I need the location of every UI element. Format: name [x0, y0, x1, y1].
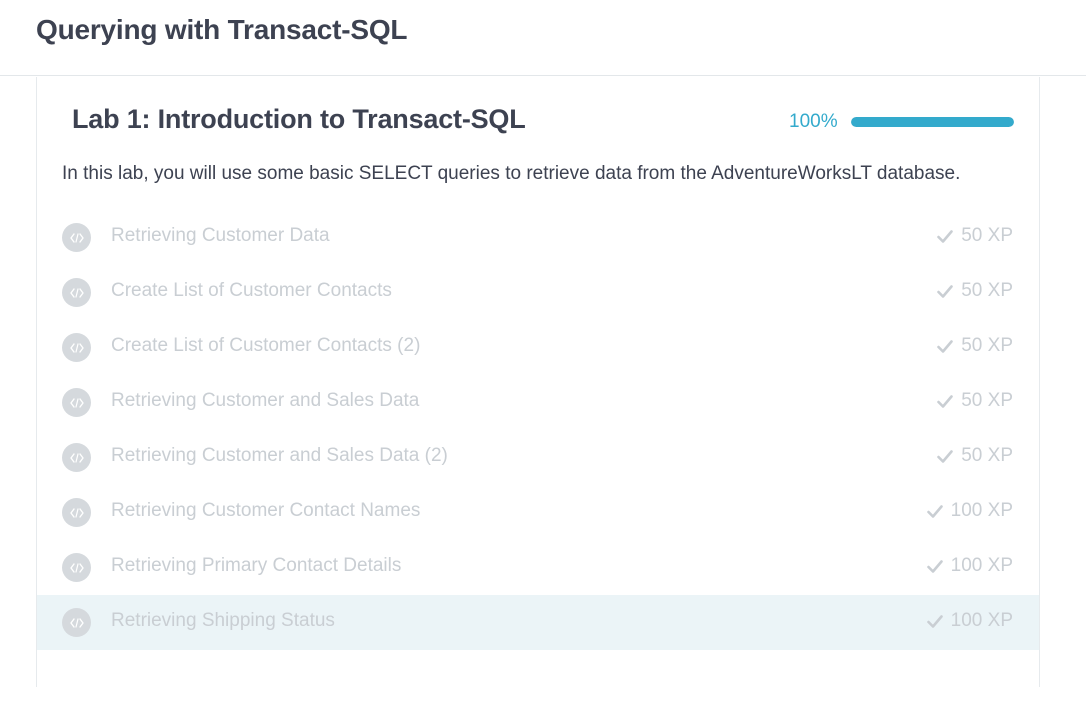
exercise-title: Retrieving Customer and Sales Data (2) [111, 445, 448, 466]
progress-percent: 100% [789, 111, 838, 132]
code-icon [62, 278, 91, 307]
progress-bar-fill [851, 117, 1014, 127]
exercise-item[interactable]: Retrieving Customer Contact Names 100 XP [37, 485, 1039, 540]
check-icon [926, 504, 943, 518]
code-icon [62, 608, 91, 637]
exercise-xp-status: 50 XP [937, 390, 1013, 412]
progress-bar [851, 117, 1014, 127]
exercise-xp: 50 XP [961, 335, 1013, 356]
check-icon [937, 284, 954, 298]
exercise-title: Retrieving Customer Data [111, 225, 330, 246]
exercise-xp-status: 50 XP [937, 225, 1013, 247]
code-icon [62, 443, 91, 472]
exercise-xp-status: 100 XP [926, 555, 1013, 577]
code-icon [62, 388, 91, 417]
exercise-xp-status: 50 XP [937, 335, 1013, 357]
check-icon [926, 614, 943, 628]
exercise-item[interactable]: Retrieving Shipping Status 100 XP [37, 595, 1039, 650]
exercise-title: Create List of Customer Contacts (2) [111, 335, 421, 356]
code-icon [62, 553, 91, 582]
check-icon [937, 229, 954, 243]
exercise-xp: 50 XP [961, 445, 1013, 466]
exercise-title: Retrieving Customer Contact Names [111, 500, 421, 521]
check-icon [937, 339, 954, 353]
exercise-title: Retrieving Shipping Status [111, 610, 335, 631]
course-title: Querying with Transact-SQL [36, 14, 408, 45]
exercise-xp-status: 100 XP [926, 610, 1013, 632]
page: Querying with Transact-SQL Lab 1: Introd… [0, 0, 1086, 719]
exercise-xp: 50 XP [961, 225, 1013, 246]
code-icon [62, 223, 91, 252]
chapter-description: In this lab, you will use some basic SEL… [62, 163, 961, 184]
code-icon [62, 498, 91, 527]
check-icon [937, 449, 954, 463]
exercise-title: Create List of Customer Contacts [111, 280, 392, 301]
exercise-item[interactable]: Create List of Customer Contacts (2) 50 X… [37, 320, 1039, 375]
exercise-title: Retrieving Primary Contact Details [111, 555, 402, 576]
exercise-xp: 100 XP [950, 610, 1013, 631]
exercise-item[interactable]: Retrieving Customer and Sales Data 50 XP [37, 375, 1039, 430]
chapter-title: Lab 1: Introduction to Transact-SQL [72, 104, 526, 134]
exercise-xp: 100 XP [950, 555, 1013, 576]
exercise-xp: 50 XP [961, 280, 1013, 301]
code-icon [62, 333, 91, 362]
exercise-item[interactable]: Retrieving Customer and Sales Data (2) 50… [37, 430, 1039, 485]
exercise-xp: 100 XP [950, 500, 1013, 521]
exercise-xp-status: 50 XP [937, 280, 1013, 302]
exercise-xp-status: 50 XP [937, 445, 1013, 467]
exercise-item[interactable]: Retrieving Primary Contact Details 100 XP [37, 540, 1039, 595]
exercise-title: Retrieving Customer and Sales Data [111, 390, 420, 411]
exercise-item[interactable]: Retrieving Customer Data 50 XP [37, 210, 1039, 265]
course-header: Querying with Transact-SQL [0, 0, 1086, 76]
chapter-card: Lab 1: Introduction to Transact-SQL 100%… [36, 77, 1040, 687]
check-icon [937, 394, 954, 408]
check-icon [926, 559, 943, 573]
exercise-xp-status: 100 XP [926, 500, 1013, 522]
exercise-list: Retrieving Customer Data 50 XP Create List… [37, 210, 1039, 650]
exercise-xp: 50 XP [961, 390, 1013, 411]
exercise-item[interactable]: Create List of Customer Contacts 50 XP [37, 265, 1039, 320]
